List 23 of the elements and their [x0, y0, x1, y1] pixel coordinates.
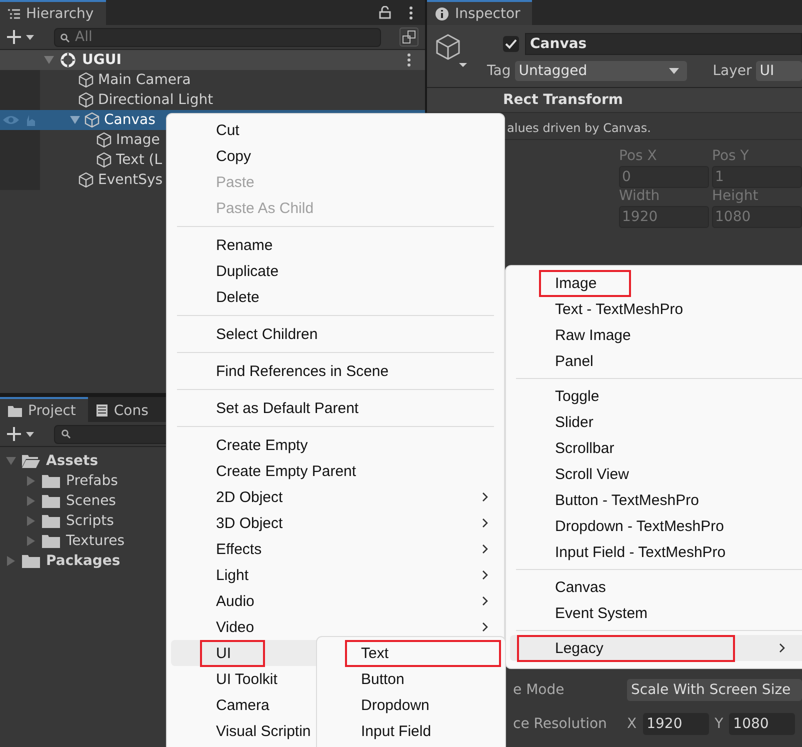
item-name: Image	[116, 132, 160, 148]
item-name: Main Camera	[98, 72, 191, 88]
folder-name: Textures	[66, 533, 125, 549]
folder-name: Scenes	[66, 493, 116, 509]
item-name: Canvas	[104, 112, 156, 128]
x-label: X	[627, 716, 637, 732]
item-name: Directional Light	[98, 92, 214, 108]
y-label: Y	[714, 716, 724, 732]
item-name: EventSys	[98, 172, 163, 188]
field-label: Width	[619, 188, 661, 204]
field-label: Pos X	[619, 148, 658, 164]
field-label: e Mode	[513, 682, 566, 698]
item-name: Text (L	[116, 152, 162, 168]
folder-name: Scripts	[66, 513, 114, 529]
tag-label: Tag	[487, 63, 511, 79]
field-label: ce Resolution	[513, 716, 608, 732]
field-label: Pos Y	[712, 148, 750, 164]
folder-name: Packages	[46, 553, 120, 569]
field-label: Height	[712, 188, 760, 204]
layer-label: Layer	[712, 63, 752, 79]
scene-name: UGUI	[82, 52, 122, 68]
folder-name: Prefabs	[66, 473, 118, 489]
folder-name: Assets	[46, 453, 98, 469]
